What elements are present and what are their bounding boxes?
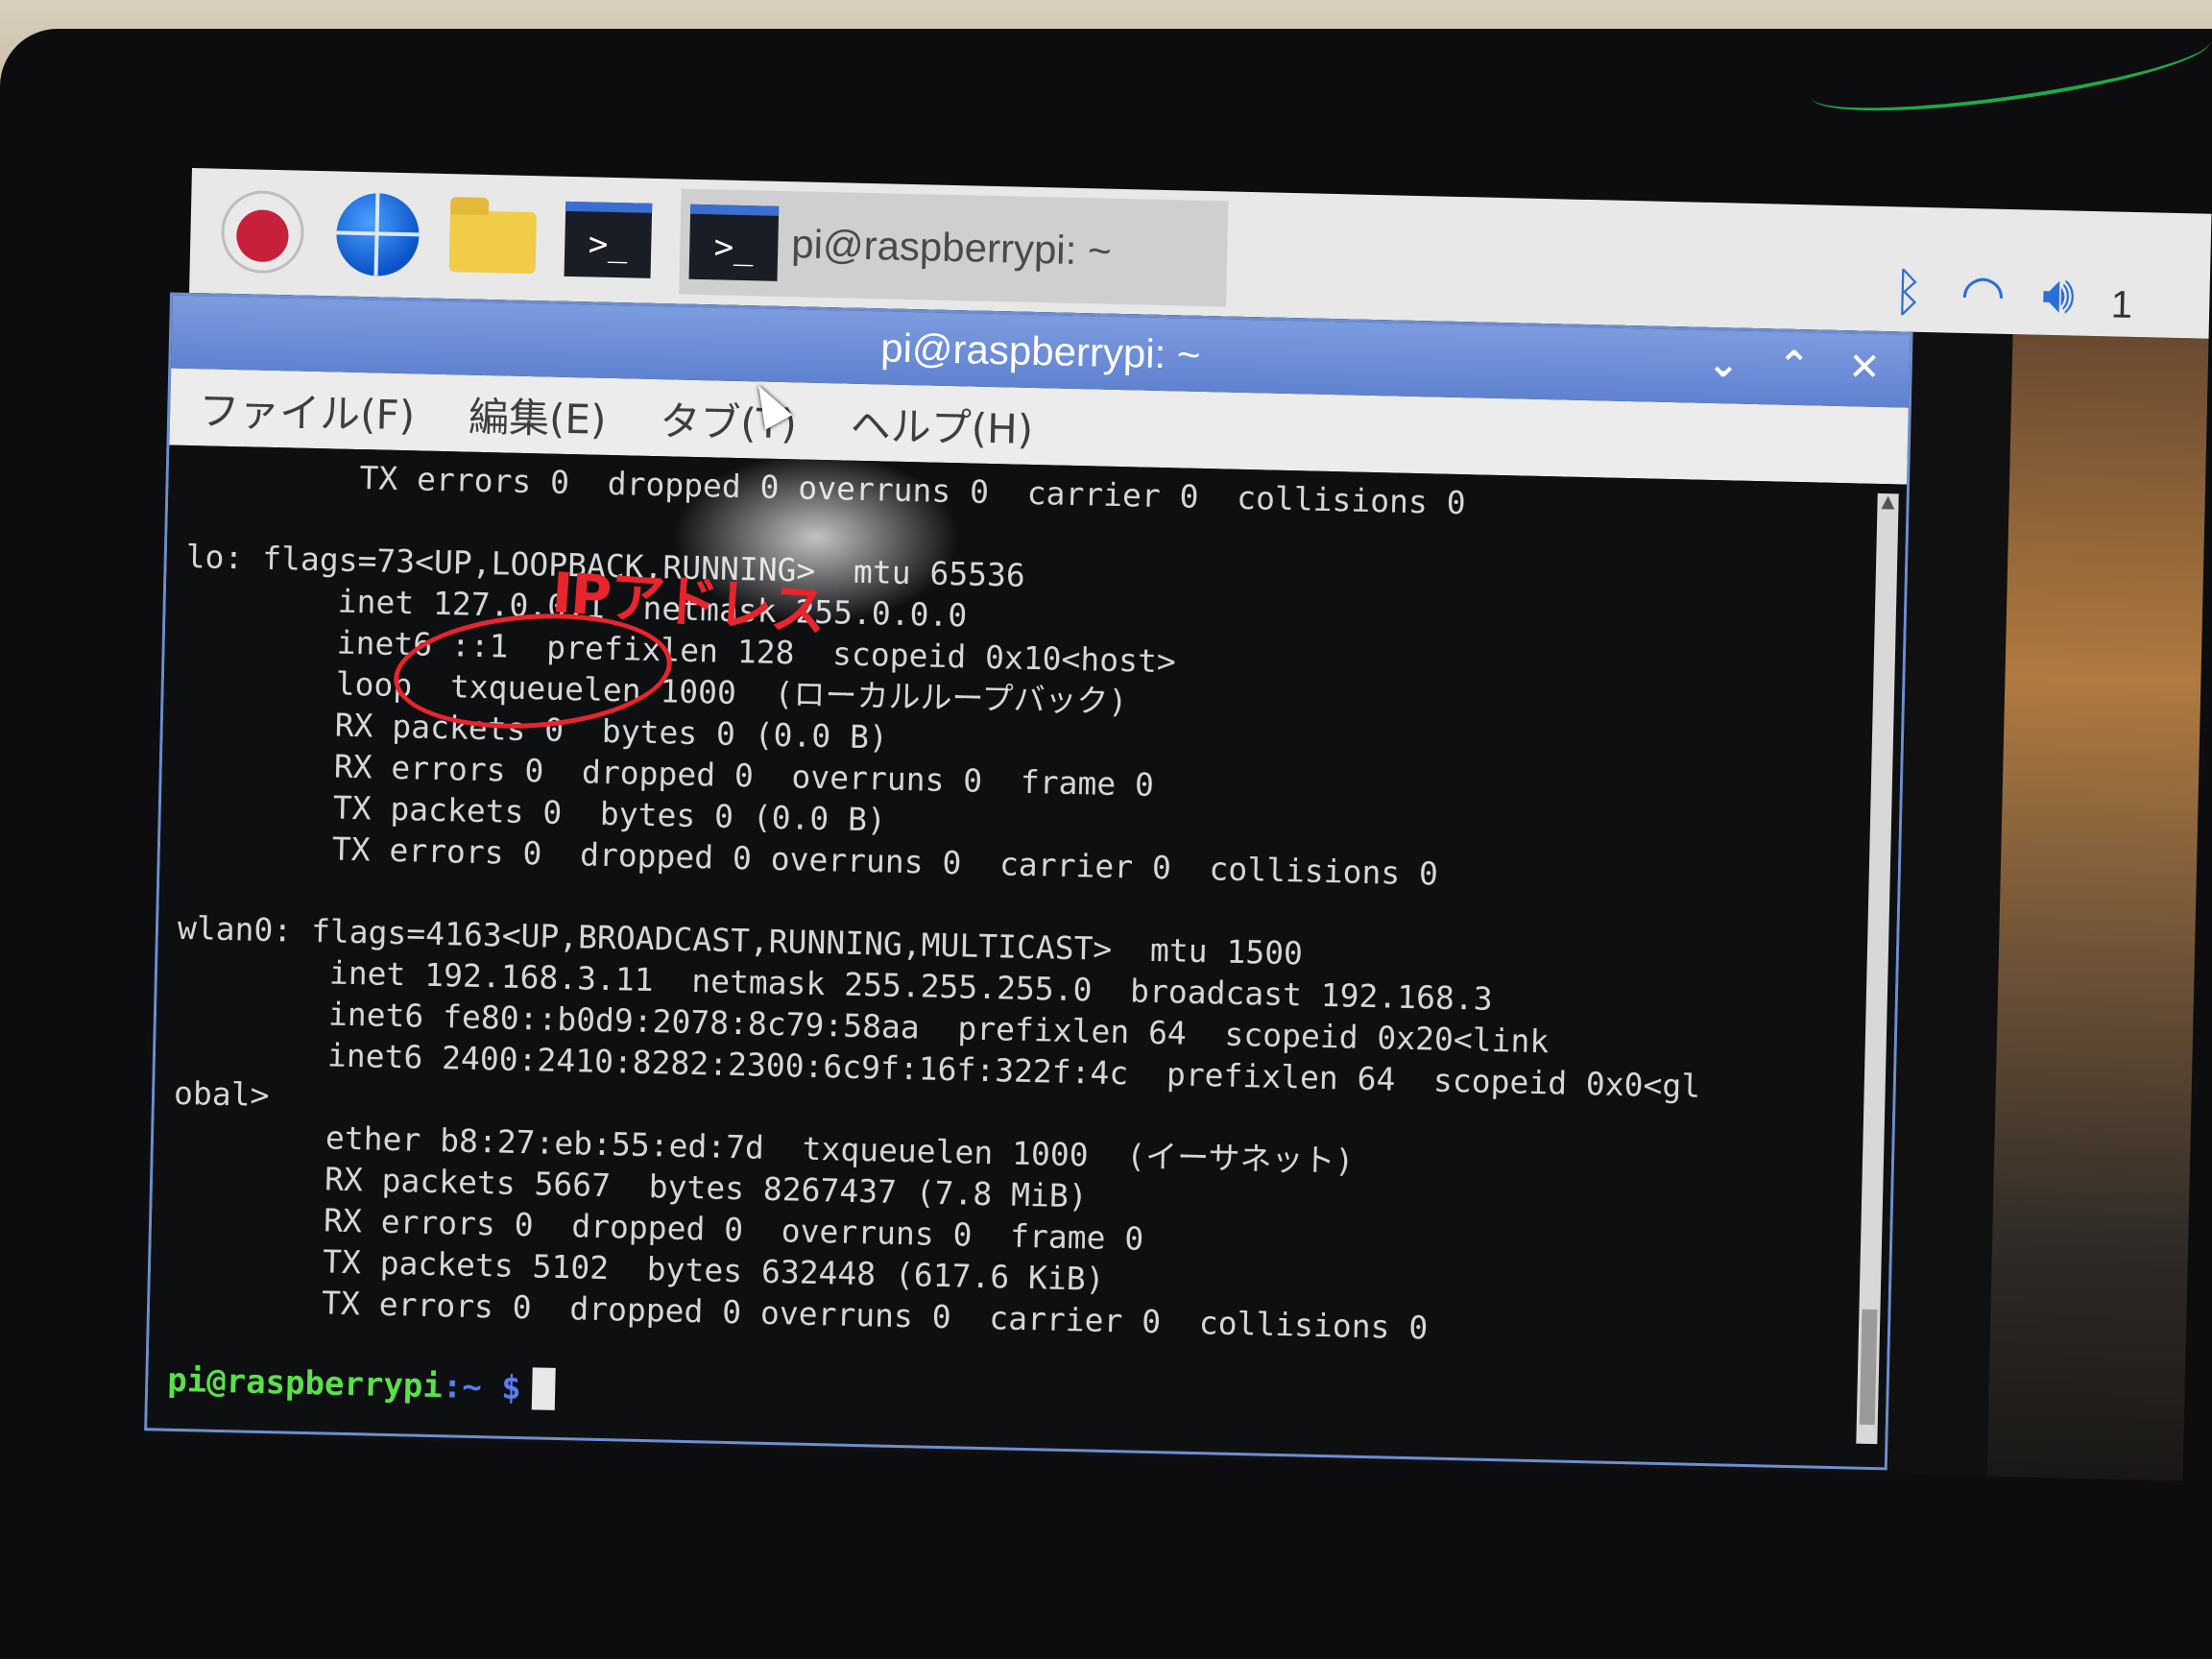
- system-tray: ᛒ ◠ 🔊︎ 1: [1892, 206, 2212, 338]
- maximize-button[interactable]: ⌃: [1777, 344, 1811, 389]
- terminal-output[interactable]: TX errors 0 dropped 0 overruns 0 carrier…: [147, 445, 1907, 1464]
- terminal-window: pi@raspberrypi: ~ ⌄ ⌃ ✕ ファイル(F) 編集(E) タブ…: [144, 292, 1913, 1471]
- prompt-path: :~ $: [442, 1367, 522, 1408]
- text-cursor: [532, 1367, 557, 1410]
- web-browser-icon: [335, 192, 421, 277]
- screen: >_ >_ pi@raspberrypi: ~ ᛒ ◠ 🔊︎ 1 pi@rasp…: [144, 168, 2212, 1481]
- close-button[interactable]: ✕: [1848, 345, 1882, 390]
- scroll-thumb[interactable]: [1859, 1309, 1878, 1426]
- clock[interactable]: 1: [2110, 283, 2132, 326]
- terminal-launcher-button[interactable]: >_: [564, 196, 653, 284]
- raspberry-menu-icon: [220, 189, 305, 275]
- menu-file[interactable]: ファイル(F): [199, 378, 416, 442]
- scroll-up-icon[interactable]: ▲: [1877, 492, 1898, 513]
- bluetooth-icon[interactable]: ᛒ: [1892, 261, 1925, 323]
- taskbar-window-label: pi@raspberrypi: ~: [790, 221, 1113, 274]
- terminal-icon: >_: [564, 201, 653, 278]
- terminal-icon: >_: [688, 204, 780, 281]
- file-manager-icon: [448, 210, 538, 275]
- menu-help[interactable]: ヘルプ(H): [850, 393, 1034, 455]
- web-browser-button[interactable]: [333, 190, 421, 278]
- desktop-wallpaper: [1986, 334, 2209, 1481]
- shell-prompt[interactable]: pi@raspberrypi:~ $: [167, 1358, 1848, 1441]
- wifi-icon[interactable]: ◠: [1960, 263, 2007, 325]
- menu-edit[interactable]: 編集(E): [469, 384, 608, 445]
- file-manager-button[interactable]: [448, 193, 538, 281]
- volume-icon[interactable]: 🔊︎: [2041, 264, 2075, 326]
- minimize-button[interactable]: ⌄: [1707, 342, 1741, 387]
- taskbar-window-entry[interactable]: >_ pi@raspberrypi: ~: [679, 188, 1229, 307]
- raspberry-menu-button[interactable]: [218, 188, 306, 276]
- prompt-user: pi@raspberrypi: [166, 1360, 444, 1407]
